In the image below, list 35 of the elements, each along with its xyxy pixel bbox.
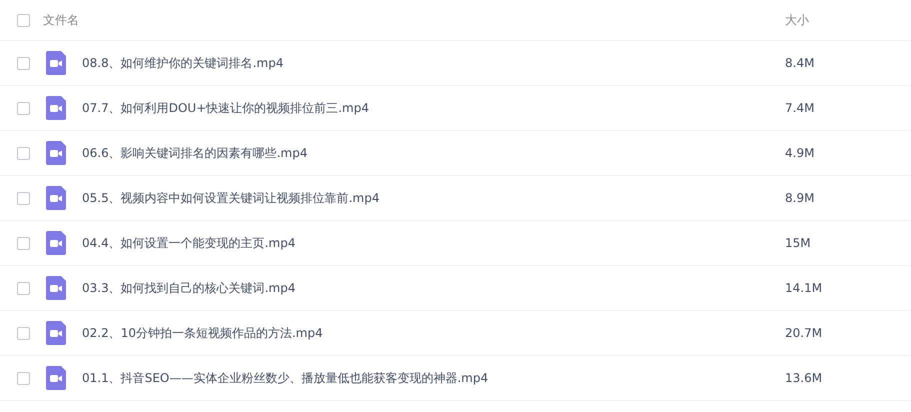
file-size: 15M bbox=[785, 236, 812, 250]
file-name[interactable]: 02.2、10分钟拍一条短视频作品的方法.mp4 bbox=[82, 324, 323, 342]
video-file-icon bbox=[46, 141, 66, 165]
file-name[interactable]: 01.1、抖音SEO——实体企业粉丝数少、播放量低也能获客变现的神器.mp4 bbox=[82, 370, 488, 386]
video-file-icon bbox=[46, 366, 66, 390]
file-size: 7.4M bbox=[785, 101, 816, 115]
row-checkbox[interactable] bbox=[17, 372, 30, 384]
row-checkbox[interactable] bbox=[17, 146, 30, 160]
video-file-icon bbox=[46, 231, 66, 255]
file-name[interactable]: 07.7、如何利用DOU+快速让你的视频排位前三.mp4 bbox=[82, 100, 369, 116]
video-file-icon bbox=[46, 96, 66, 120]
select-all-checkbox[interactable] bbox=[17, 14, 30, 26]
file-size: 20.7M bbox=[785, 326, 824, 340]
row-checkbox[interactable] bbox=[17, 236, 30, 250]
row-checkbox[interactable] bbox=[17, 326, 30, 340]
file-name[interactable]: 03.3、如何找到自己的核心关键词.mp4 bbox=[82, 280, 296, 296]
video-file-icon bbox=[46, 51, 66, 75]
file-size: 13.6M bbox=[785, 371, 824, 385]
row-checkbox[interactable] bbox=[17, 56, 30, 70]
file-name[interactable]: 08.8、如何维护你的关键词排名.mp4 bbox=[82, 54, 284, 72]
row-checkbox[interactable] bbox=[17, 102, 30, 114]
video-file-icon bbox=[46, 276, 66, 300]
file-size: 4.9M bbox=[785, 146, 816, 160]
column-header[interactable]: 大小 bbox=[785, 12, 911, 28]
file-size: 14.1M bbox=[785, 281, 824, 295]
column-header[interactable]: 文件名 bbox=[43, 12, 79, 28]
video-file-icon bbox=[46, 321, 66, 345]
file-name[interactable]: 06.6、影响关键词排名的因素有哪些.mp4 bbox=[82, 144, 308, 162]
file-size: 8.4M bbox=[785, 56, 816, 70]
file-name[interactable]: 05.5、视频内容中如何设置关键词让视频排位靠前.mp4 bbox=[82, 190, 380, 206]
file-size: 8.9M bbox=[785, 191, 816, 205]
row-checkbox[interactable] bbox=[17, 282, 30, 294]
row-checkbox[interactable] bbox=[17, 192, 30, 204]
file-name[interactable]: 04.4、如何设置一个能变现的主页.mp4 bbox=[82, 234, 296, 252]
video-file-icon bbox=[46, 186, 66, 210]
